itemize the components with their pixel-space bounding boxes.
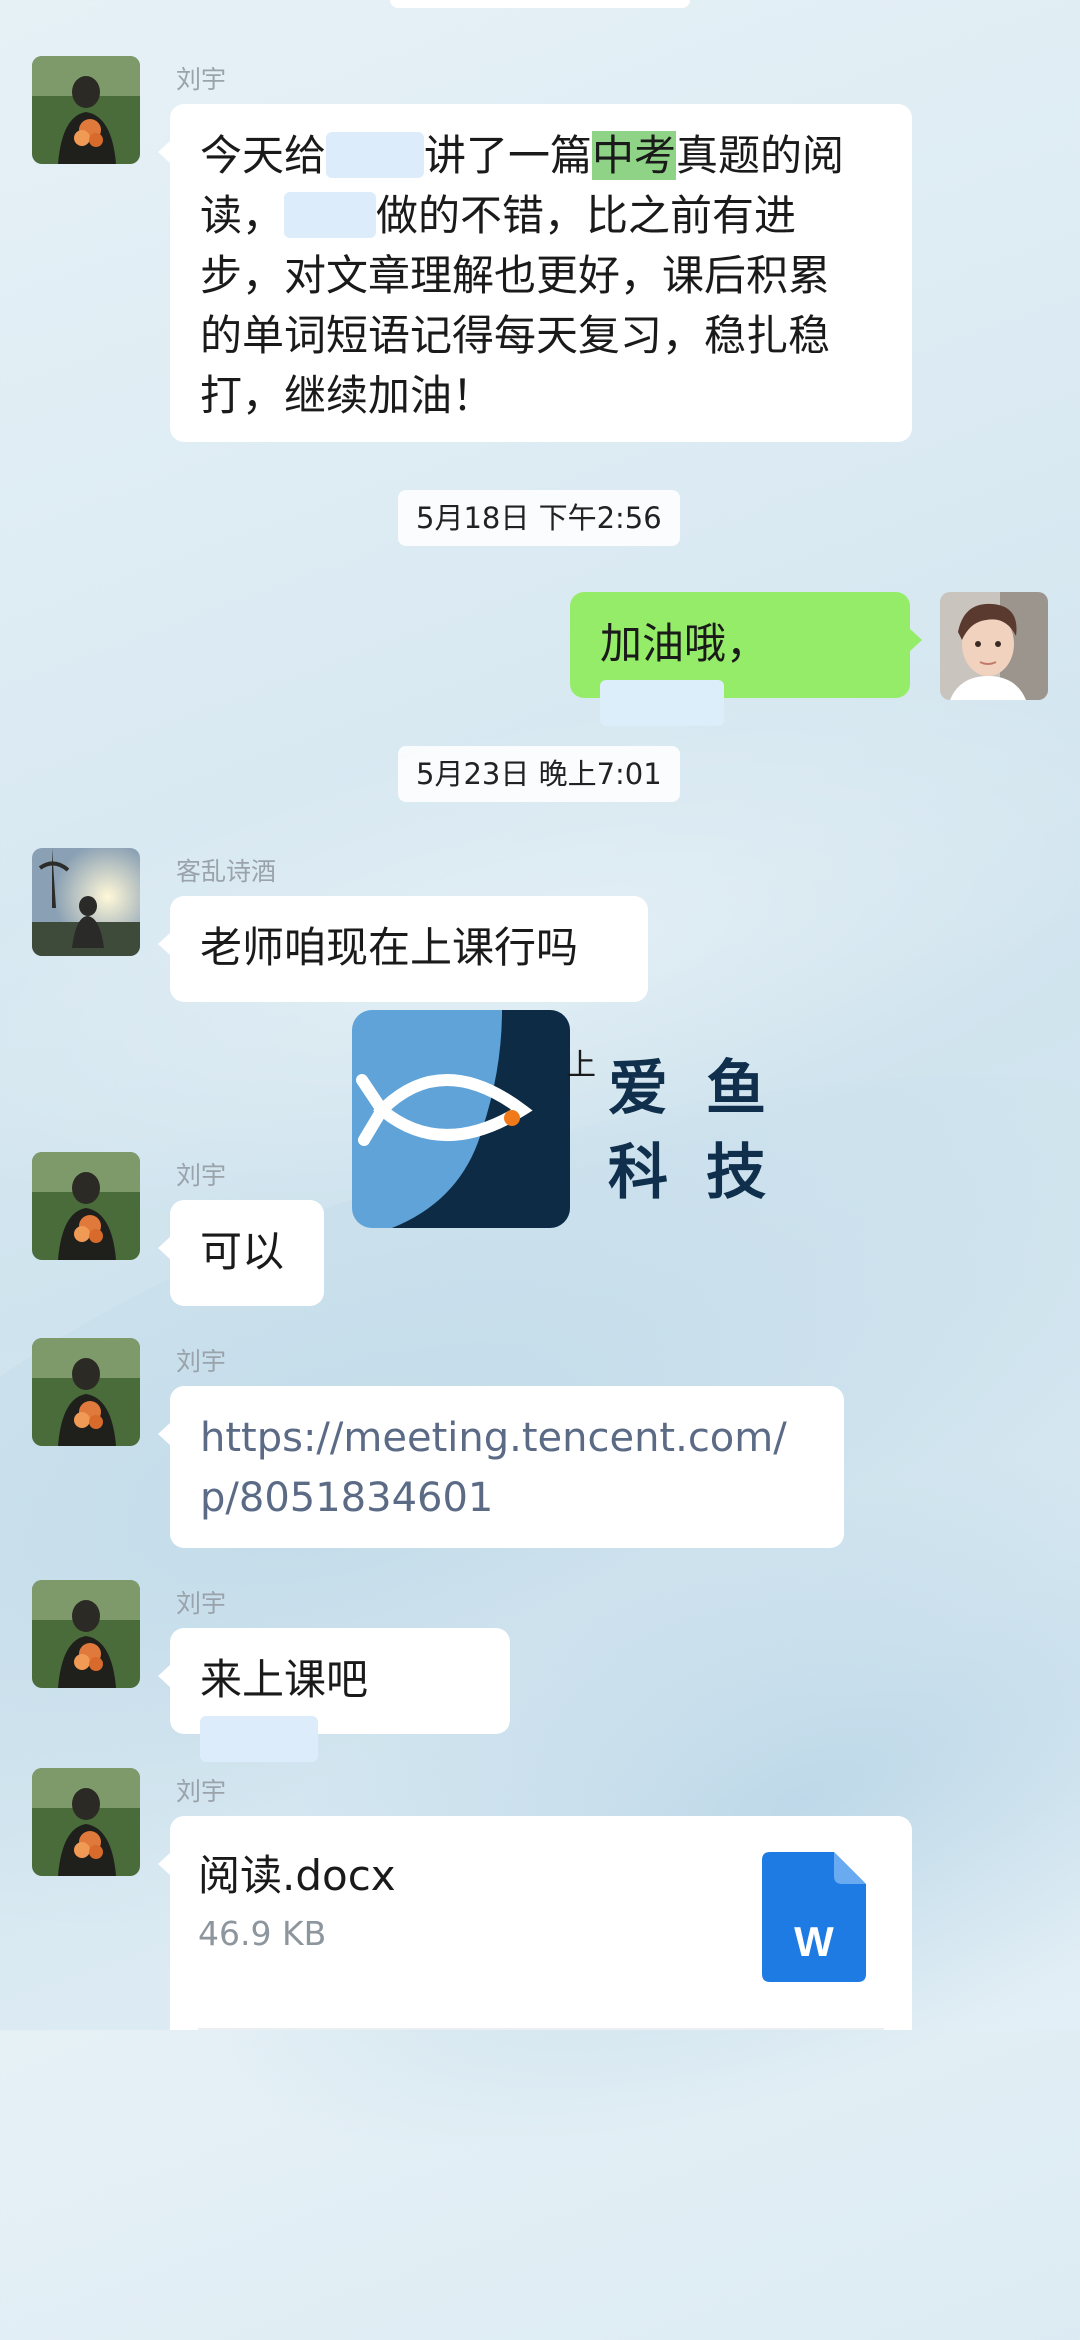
user-avatar-icon[interactable] — [940, 592, 1048, 700]
timestamp: 5月23日 晚上7:01 — [398, 746, 680, 802]
redacted-name — [200, 1716, 318, 1762]
message-line: 今天给 讲了一篇中考真题的阅 — [200, 131, 845, 180]
watermark-peek-text: 上 — [566, 1048, 596, 1083]
sender-name: 客乱诗酒 — [176, 857, 277, 886]
meeting-link[interactable]: p/8051834601 — [200, 1468, 814, 1528]
watermark-text: 科技 — [608, 1138, 804, 1208]
message-text: 加油哦， — [600, 619, 769, 668]
avatar-liuyu[interactable] — [32, 1580, 140, 1688]
redacted-name — [326, 132, 425, 178]
sender-name: 刘宇 — [176, 65, 227, 94]
sender-name: 刘宇 — [176, 1161, 227, 1190]
avatar-keluanshijiu[interactable] — [32, 848, 140, 956]
meeting-link[interactable]: https://meeting.tencent.com/ — [200, 1408, 814, 1468]
timestamp: 5月18日 下午2:56 — [398, 490, 680, 546]
message-line: 步，对文章理解也更好，课后积累 — [200, 251, 831, 300]
message-line: 打，继续加油！ — [200, 371, 495, 420]
file-message-bubble[interactable]: 阅读.docx 46.9 KB W — [158, 1816, 912, 2030]
link-message-bubble[interactable]: https://meeting.tencent.com/ p/805183460… — [158, 1386, 844, 1548]
redacted-name — [600, 680, 724, 726]
highlighted-word: 中考 — [592, 131, 677, 180]
my-message-bubble[interactable]: 加油哦， — [570, 592, 922, 726]
watermark-logo — [352, 1010, 570, 1228]
sender-name: 刘宇 — [176, 1777, 227, 1806]
avatar-liuyu[interactable] — [32, 56, 140, 164]
message-bubble[interactable]: 来上课吧 — [158, 1628, 510, 1762]
message-line: 读， 做的不错，比之前有进 — [200, 191, 797, 240]
message-bubble[interactable]: 老师咱现在上课行吗 — [158, 896, 648, 1002]
file-size: 46.9 KB — [198, 1914, 327, 1953]
watermark-text: 爱鱼 — [608, 1054, 804, 1124]
avatar-liuyu[interactable] — [32, 1338, 140, 1446]
message-line: 的单词短语记得每天复习，稳扎稳 — [200, 311, 831, 360]
sender-name: 刘宇 — [176, 1589, 227, 1618]
message-bubble[interactable]: 可以 — [158, 1200, 324, 1306]
message-bubble[interactable]: 今天给 讲了一篇中考真题的阅 读， 做的不错，比之前有进 步，对文章理解也更好，课后… — [158, 104, 912, 442]
avatar-liuyu[interactable] — [32, 1768, 140, 1876]
word-file-icon: W — [762, 1852, 866, 1982]
sender-name: 刘宇 — [176, 1347, 227, 1376]
message-text: 来上课吧 — [200, 1655, 369, 1704]
redacted-name — [284, 192, 377, 238]
avatar-liuyu[interactable] — [32, 1152, 140, 1260]
previous-message-edge — [390, 0, 690, 8]
file-name: 阅读.docx — [198, 1851, 396, 1900]
svg-text:W: W — [794, 1918, 834, 1965]
